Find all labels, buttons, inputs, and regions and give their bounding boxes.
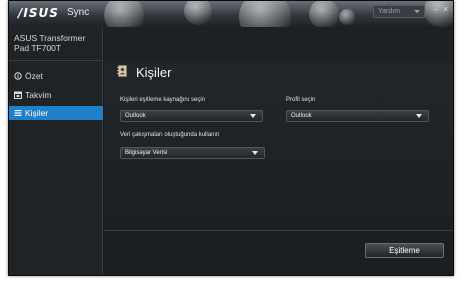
sidebar-item-label: Takvim [25,90,52,100]
source-label: Kişileri eşitleme kaynağını seçin [120,97,206,103]
sidebar: ASUS Transformer Pad TF700T Özet Takvim [9,27,103,275]
help-dropdown[interactable]: Yardım [373,5,425,18]
chevron-down-icon [252,151,258,155]
title-decoration [239,1,291,27]
title-decoration [424,1,453,27]
divider [9,60,103,61]
profile-value: Outlook [291,113,312,119]
conflict-dropdown[interactable]: Bilgisayar Verisi [120,147,265,159]
sidebar-item-kisiler[interactable]: Kişiler [9,106,103,120]
info-icon [14,72,22,80]
sidebar-item-takvim[interactable]: Takvim [9,88,103,102]
app-window: /ISUS Sync Yardım – × ASUS Transformer P… [8,0,454,276]
title-decoration [309,1,339,27]
minimize-button[interactable]: – [433,4,438,14]
conflict-label: Veri çakışmaları oluştuğunda kullanın [120,132,220,138]
title-decoration [184,1,212,25]
source-value: Outlook [125,113,146,119]
profile-dropdown[interactable]: Outlook [286,110,429,122]
close-button[interactable]: × [443,4,448,14]
source-dropdown[interactable]: Outlook [120,110,263,122]
page-title: Kişiler [136,65,172,80]
main-panel: Kişiler Kişileri eşitleme kaynağını seçi… [104,27,453,275]
help-label: Yardım [378,8,401,15]
chevron-down-icon [414,10,420,13]
sidebar-item-ozet[interactable]: Özet [9,69,103,83]
header-band [104,27,453,63]
contacts-book-icon [117,65,127,77]
sidebar-item-label: Özet [25,71,43,81]
title-decoration [339,9,355,25]
device-name: ASUS Transformer Pad TF700T [14,33,86,53]
chevron-down-icon [250,114,256,118]
sync-button[interactable]: Eşitleme [365,243,444,258]
divider [104,230,453,231]
chevron-down-icon [416,114,422,118]
calendar-icon [14,91,22,99]
contacts-icon [14,110,22,116]
sidebar-item-label: Kişiler [25,108,49,118]
title-decoration [104,1,144,27]
asus-logo: /ISUS [18,6,59,20]
title-bar[interactable]: /ISUS Sync Yardım – × [9,1,453,27]
conflict-value: Bilgisayar Verisi [125,150,168,156]
app-title: Sync [67,7,90,18]
profile-label: Profil seçin [286,97,316,103]
